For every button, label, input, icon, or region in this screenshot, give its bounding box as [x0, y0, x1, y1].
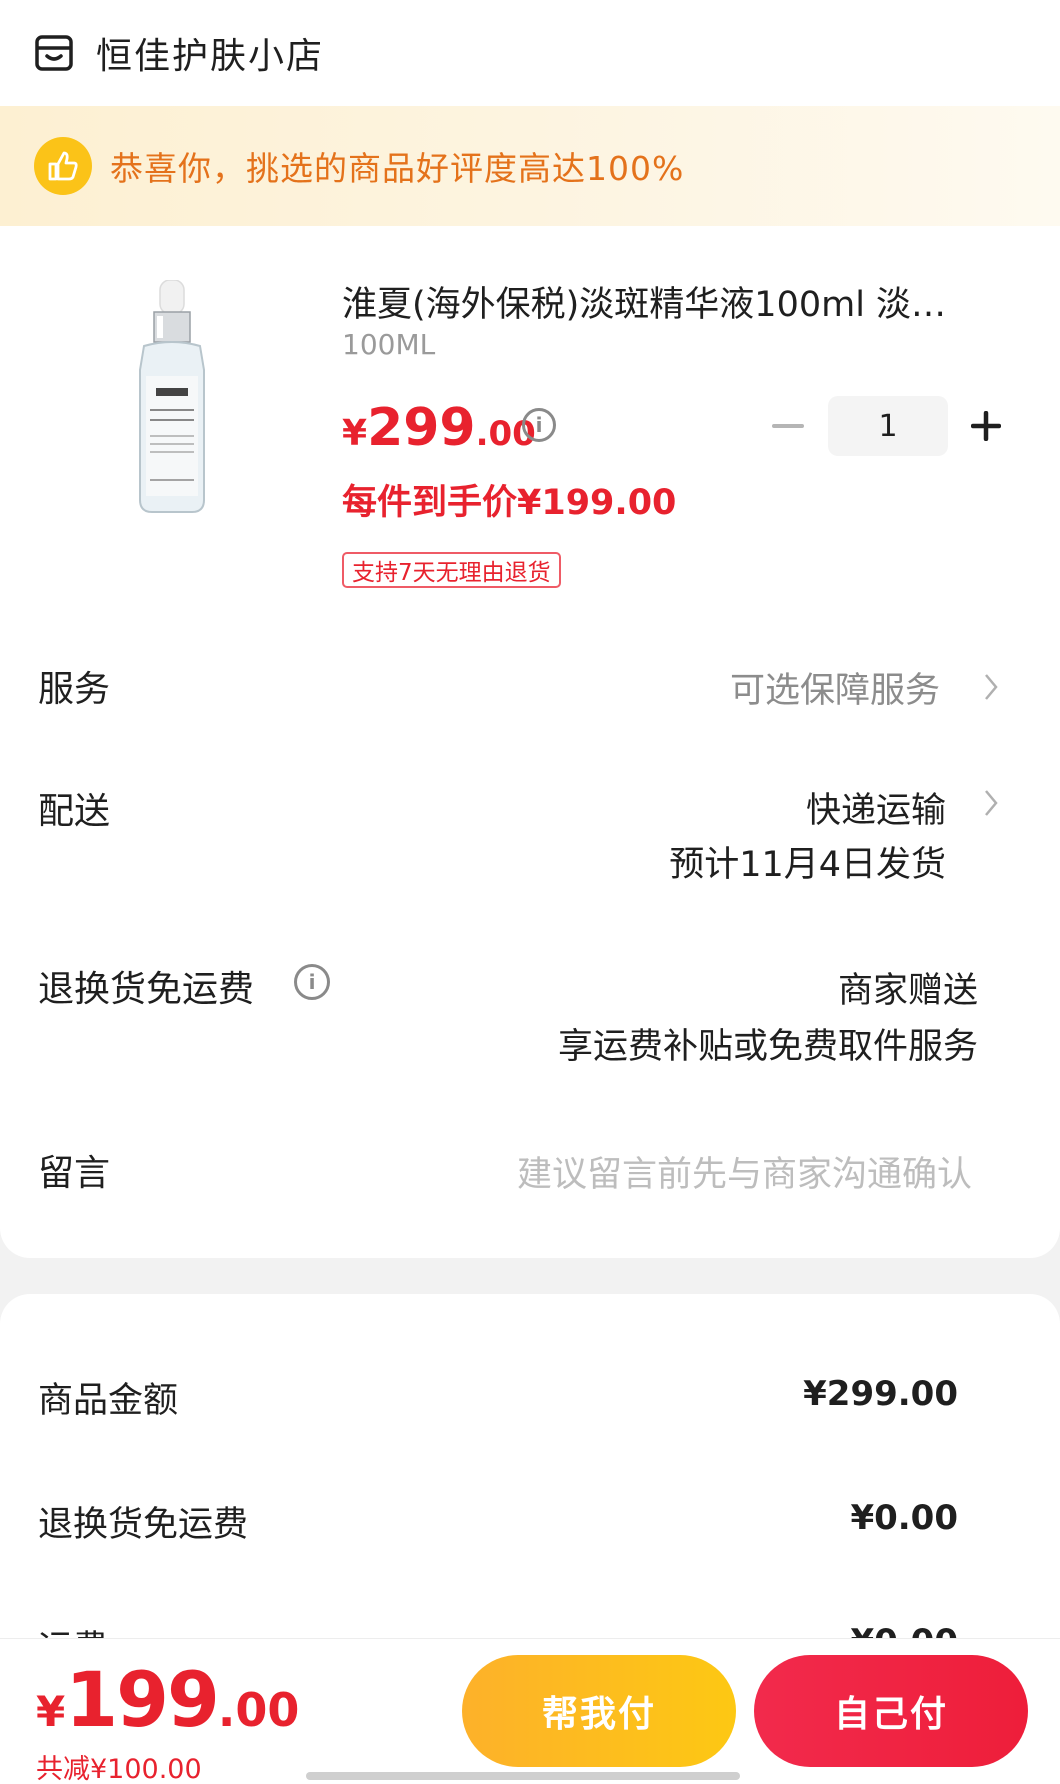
delivery-label: 配送 [38, 791, 111, 832]
checkout-footer: ¥ 199 .00 共减¥100.00 帮我付 自己付 [0, 1638, 1060, 1784]
return-shipping-value: 商家赠送 [837, 971, 978, 1011]
plus-icon [971, 411, 1001, 441]
chevron-right-icon [980, 672, 1002, 702]
delivery-estimate: 预计11月4日发货 [669, 845, 946, 885]
return-shipping-info-icon[interactable]: i [294, 964, 330, 1000]
home-indicator[interactable] [306, 1772, 740, 1780]
praise-text: 恭喜你，挑选的商品好评度高达100% [110, 149, 685, 188]
message-label: 留言 [38, 1153, 111, 1194]
message-row: 留言 建议留言前先与商家沟通确认 [0, 1138, 1060, 1198]
message-input[interactable]: 建议留言前先与商家沟通确认 [517, 1146, 972, 1197]
return-shipping-detail: 享运费补贴或免费取件服务 [557, 1027, 978, 1067]
unit-final-price: 每件到手价¥199.00 [342, 483, 677, 523]
service-row[interactable]: 服务 可选保障服务 [0, 654, 1060, 714]
summary-value-goods: ¥299.00 [803, 1374, 958, 1414]
total-price: ¥ 199 .00 [36, 1655, 299, 1744]
product-price: ¥ 299 .00 [342, 398, 536, 458]
product-spec[interactable]: 100ML [342, 328, 435, 361]
service-value: 可选保障服务 [729, 671, 940, 711]
store-icon [34, 33, 74, 73]
total-currency: ¥ [36, 1687, 66, 1736]
price-currency: ¥ [342, 413, 368, 454]
total-decimal: .00 [217, 1683, 300, 1737]
thumbs-up-icon [34, 137, 92, 195]
total-discount[interactable]: 共减¥100.00 [36, 1747, 202, 1784]
self-pay-button[interactable]: 自己付 [754, 1655, 1028, 1767]
summary-label-goods: 商品金额 [38, 1381, 179, 1421]
store-header[interactable]: 恒佳护肤小店 [0, 0, 1060, 106]
product-title[interactable]: 淮夏(海外保税)淡斑精华液100ml 淡… [342, 276, 1002, 327]
summary-value-return-shipping: ¥0.00 [850, 1498, 958, 1538]
return-shipping-label: 退换货免运费 [38, 969, 255, 1010]
praise-banner: 恭喜你，挑选的商品好评度高达100% [0, 106, 1060, 226]
price-summary-card: 商品金额 ¥299.00 退换货免运费 ¥0.00 运费 ¥0.00 [0, 1294, 1060, 1694]
minus-icon [772, 424, 804, 428]
serum-bottle-icon[interactable] [112, 279, 232, 520]
quantity-decrease-button[interactable] [770, 404, 806, 448]
store-name: 恒佳护肤小店 [96, 36, 325, 77]
price-info-icon[interactable]: i [522, 408, 556, 442]
price-integer: 299 [367, 398, 476, 458]
summary-label-return-shipping: 退换货免运费 [38, 1505, 249, 1545]
delivery-row[interactable]: 配送 快递运输 预计11月4日发货 [0, 776, 1060, 886]
total-integer: 199 [65, 1655, 220, 1744]
chevron-right-icon [980, 788, 1002, 818]
delivery-method: 快递运输 [805, 791, 946, 831]
return-policy-badge: 支持7天无理由退货 [342, 552, 561, 588]
quantity-input[interactable]: 1 [828, 396, 948, 456]
service-label: 服务 [38, 669, 111, 710]
help-pay-button[interactable]: 帮我付 [462, 1655, 736, 1767]
return-shipping-row: 退换货免运费 i 商家赠送 享运费补贴或免费取件服务 [0, 954, 1060, 1074]
quantity-increase-button[interactable] [968, 406, 1004, 446]
